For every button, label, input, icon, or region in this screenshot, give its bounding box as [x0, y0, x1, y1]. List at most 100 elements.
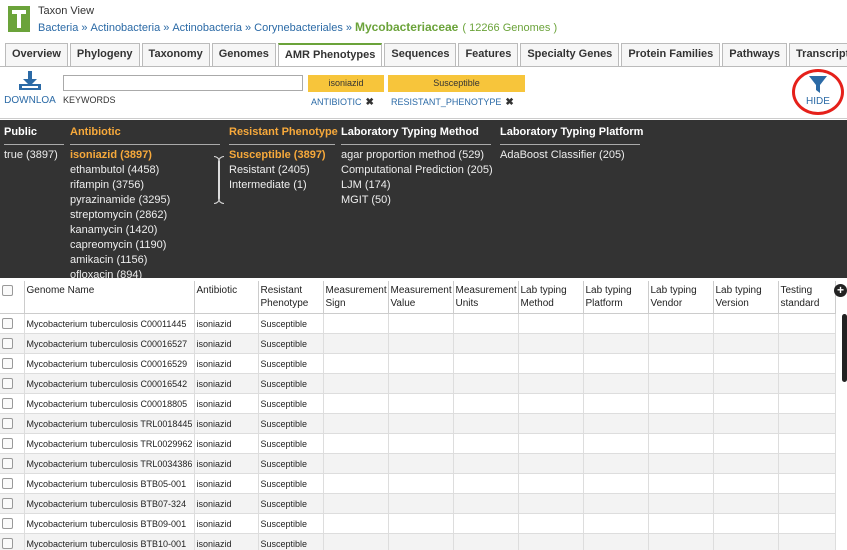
tab-sequences[interactable]: Sequences — [384, 43, 457, 66]
facet-item[interactable]: Susceptible (3897) — [229, 148, 335, 163]
column-header-lab-typing-platform[interactable]: Lab typing Platform — [583, 281, 649, 314]
table-cell: isoniazid — [194, 333, 259, 354]
table-cell: Mycobacterium tuberculosis BTB09-001 — [24, 513, 195, 534]
remove-antibiotic-filter[interactable]: ✖ — [366, 97, 374, 108]
table-row[interactable]: Mycobacterium tuberculosis TRL0029962 iso… — [0, 433, 836, 454]
facet-header[interactable]: Public — [4, 120, 64, 145]
row-checkbox[interactable] — [2, 518, 13, 530]
table-cell — [388, 473, 454, 494]
keywords-input[interactable] — [63, 75, 303, 91]
tab-pathways[interactable]: Pathways — [722, 43, 788, 66]
tab-protein-families[interactable]: Protein Families — [621, 43, 721, 66]
facet-item[interactable]: pyrazinamide (3295) — [70, 193, 220, 208]
table-cell — [583, 513, 649, 534]
facet-item[interactable]: rifampin (3756) — [70, 178, 220, 193]
funnel-icon — [809, 76, 827, 93]
column-header-measurement-units[interactable]: Measurement Units — [453, 281, 519, 314]
column-header-measurement-value[interactable]: Measurement Value — [388, 281, 454, 314]
column-header-lab-typing-method[interactable]: Lab typing Method — [518, 281, 584, 314]
add-column-button[interactable]: + — [834, 284, 847, 297]
column-header-measurement-sign[interactable]: Measurement Sign — [323, 281, 389, 314]
tab-bar: Overview Phylogeny Taxonomy Genomes AMR Phen… — [0, 43, 847, 67]
row-checkbox[interactable] — [2, 478, 13, 490]
table-cell: Mycobacterium tuberculosis BTB10-001 — [24, 533, 195, 550]
table-row[interactable]: Mycobacterium tuberculosis BTB10-001 ison… — [0, 533, 836, 550]
table-row[interactable]: Mycobacterium tuberculosis BTB09-001 ison… — [0, 513, 836, 534]
remove-phenotype-filter[interactable]: ✖ — [505, 97, 513, 108]
facet-item[interactable]: AdaBoost Classifier (205) — [500, 148, 640, 163]
column-header-genome-name[interactable]: Genome Name — [24, 281, 195, 314]
tab-features[interactable]: Features — [458, 43, 519, 66]
tab-phylogeny[interactable]: Phylogeny — [69, 43, 140, 66]
facet-header[interactable]: Antibiotic — [70, 120, 220, 145]
facet-item[interactable]: true (3897) — [4, 148, 64, 163]
facet-item[interactable]: LJM (174) — [341, 178, 491, 193]
row-checkbox[interactable] — [2, 418, 13, 430]
table-cell — [453, 493, 519, 514]
facet-item[interactable]: ethambutol (4458) — [70, 163, 220, 178]
tab-genomes[interactable]: Genomes — [211, 43, 276, 66]
facet-header[interactable]: Laboratory Typing Platform — [500, 120, 643, 145]
facet-laboratory-typing-method: Laboratory Typing Method agar proportion … — [341, 120, 493, 208]
table-cell — [778, 373, 836, 394]
table-row[interactable]: Mycobacterium tuberculosis BTB05-001 ison… — [0, 473, 836, 494]
row-select-cell — [0, 313, 25, 334]
table-row[interactable]: Mycobacterium tuberculosis C00016529 ison… — [0, 353, 836, 374]
breadcrumb-bacteria[interactable]: Bacteria — [38, 22, 78, 34]
table-row[interactable]: Mycobacterium tuberculosis C00011445 ison… — [0, 313, 836, 334]
facet-item-list: isoniazid (3897) ethambutol (4458) rifampi… — [70, 145, 220, 278]
table-cell — [713, 393, 779, 414]
table-cell — [388, 413, 454, 434]
facet-item-list: true (3897) — [4, 145, 64, 163]
column-header-testing-standard[interactable]: Testing standard — [778, 281, 836, 314]
breadcrumb-corynebacteriales[interactable]: Corynebacteriales — [254, 22, 343, 34]
vertical-scrollbar[interactable] — [842, 314, 847, 382]
facet-item[interactable]: Computational Prediction (205) — [341, 163, 493, 178]
chip-phenotype-value: Susceptible — [388, 75, 525, 92]
select-all-checkbox[interactable] — [2, 284, 13, 296]
row-checkbox[interactable] — [2, 398, 13, 410]
table-row[interactable]: Mycobacterium tuberculosis TRL0034386 iso… — [0, 453, 836, 474]
column-header-lab-typing-version[interactable]: Lab typing Version — [713, 281, 779, 314]
tab-specialty-genes[interactable]: Specialty Genes — [520, 43, 620, 66]
facet-item[interactable]: amikacin (1156) — [70, 253, 220, 268]
facet-header[interactable]: Laboratory Typing Method — [341, 120, 491, 145]
row-checkbox[interactable] — [2, 438, 13, 450]
facet-header[interactable]: Resistant Phenotype — [229, 120, 338, 145]
row-checkbox[interactable] — [2, 318, 13, 330]
row-checkbox[interactable] — [2, 458, 13, 470]
row-checkbox[interactable] — [2, 378, 13, 390]
column-header-resistant-phenotype[interactable]: Resistant Phenotype — [258, 281, 324, 314]
facet-item[interactable]: Intermediate (1) — [229, 178, 335, 193]
table-row[interactable]: Mycobacterium tuberculosis BTB07-324 ison… — [0, 493, 836, 514]
column-header-antibiotic[interactable]: Antibiotic — [194, 281, 259, 314]
table-row[interactable]: Mycobacterium tuberculosis C00016527 ison… — [0, 333, 836, 354]
breadcrumb-actinobacteria-phylum[interactable]: Actinobacteria — [90, 22, 160, 34]
table-row[interactable]: Mycobacterium tuberculosis C00018805 ison… — [0, 393, 836, 414]
row-checkbox[interactable] — [2, 498, 13, 510]
chip-phenotype-tag: RESISTANT_PHENOTYPE ✖ — [391, 97, 514, 108]
facet-item[interactable]: kanamycin (1420) — [70, 223, 220, 238]
facet-item[interactable]: agar proportion method (529) — [341, 148, 491, 163]
facet-item[interactable]: isoniazid (3897) — [70, 148, 220, 163]
table-cell — [323, 513, 389, 534]
column-header-lab-typing-vendor[interactable]: Lab typing Vendor — [648, 281, 714, 314]
table-row[interactable]: Mycobacterium tuberculosis TRL0018445 iso… — [0, 413, 836, 434]
facet-item[interactable]: MGIT (50) — [341, 193, 491, 208]
tab-transcriptomics[interactable]: Transcriptomics — [789, 43, 847, 66]
facet-item[interactable]: streptomycin (2862) — [70, 208, 220, 223]
row-checkbox[interactable] — [2, 538, 13, 550]
tab-overview[interactable]: Overview — [5, 43, 68, 66]
download-button[interactable]: DOWNLOA — [4, 71, 56, 106]
hide-filter-button[interactable]: HIDE — [792, 69, 844, 115]
table-row[interactable]: Mycobacterium tuberculosis C00016542 ison… — [0, 373, 836, 394]
facet-item[interactable]: ofloxacin (894) — [70, 268, 220, 278]
row-checkbox[interactable] — [2, 358, 13, 370]
tab-amr-phenotypes[interactable]: AMR Phenotypes — [277, 43, 383, 66]
facet-item[interactable]: capreomycin (1190) — [70, 238, 220, 253]
breadcrumb-actinobacteria-class[interactable]: Actinobacteria — [172, 22, 242, 34]
facet-item[interactable]: Resistant (2405) — [229, 163, 335, 178]
row-checkbox[interactable] — [2, 338, 13, 350]
tab-taxonomy[interactable]: Taxonomy — [141, 43, 210, 66]
select-all-cell — [0, 281, 25, 314]
